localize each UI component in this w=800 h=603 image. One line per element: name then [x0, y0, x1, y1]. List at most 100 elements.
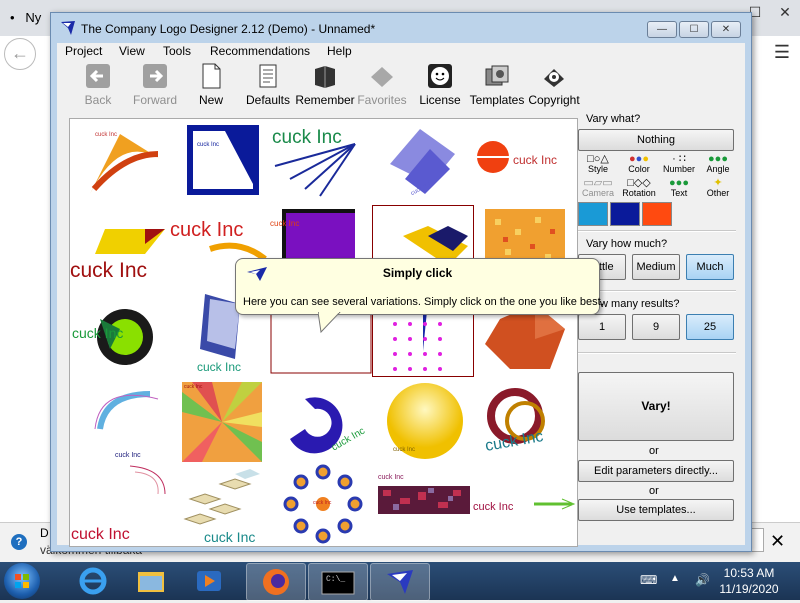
- vary-tab-text[interactable]: ●●● Text: [659, 177, 699, 199]
- close-button[interactable]: ✕: [711, 21, 741, 38]
- firefox-icon: [263, 569, 289, 595]
- logo-variation[interactable]: cuck Inc: [283, 464, 373, 544]
- vary-button[interactable]: Vary!: [578, 372, 734, 441]
- logo-variation[interactable]: cuck Inc: [475, 139, 565, 219]
- vary-tab-camera[interactable]: ▭▱▭ Camera: [578, 177, 618, 199]
- logo-text: cuck Inc: [71, 526, 130, 543]
- amount-medium-button[interactable]: Medium: [632, 254, 680, 280]
- logo-graphic: [182, 382, 262, 462]
- vary-what-label: Vary what?: [586, 113, 641, 125]
- color-swatch[interactable]: [610, 202, 640, 226]
- amount-much-button[interactable]: Much: [686, 254, 734, 280]
- vary-tab-label: Rotation: [622, 188, 656, 198]
- logo-variation[interactable]: cuck Inc: [185, 124, 275, 204]
- title-bar[interactable]: The Company Logo Designer 2.12 (Demo) - …: [51, 13, 751, 43]
- window-title: The Company Logo Designer 2.12 (Demo) - …: [81, 22, 376, 36]
- vary-tab-color[interactable]: ●●● Color: [619, 153, 659, 175]
- menu-recommendations[interactable]: Recommendations: [210, 44, 310, 58]
- use-templates-button[interactable]: Use templates...: [578, 499, 734, 521]
- logo-text: cuck Inc: [513, 153, 558, 167]
- logo-text: cuck Inc: [313, 500, 332, 506]
- taskbar: C:\_ ⌨ ▲ 🔊 10:53 AM 11/19/2020: [0, 562, 800, 601]
- vary-tab-angle[interactable]: ●●● Angle: [698, 153, 738, 175]
- logo-variation[interactable]: cuck Inc: [182, 382, 272, 462]
- forward-arrow-icon: [143, 64, 167, 88]
- logo-variation[interactable]: cuck Inc: [484, 381, 575, 461]
- maximize-button[interactable]: ☐: [679, 21, 709, 38]
- keyboard-icon[interactable]: ⌨: [640, 573, 657, 587]
- logo-variation[interactable]: [532, 494, 577, 546]
- taskbar-logo-designer[interactable]: [370, 563, 430, 601]
- taskbar-file-explorer[interactable]: [122, 563, 180, 599]
- results-25-button[interactable]: 25: [686, 314, 734, 340]
- logo-variation[interactable]: cuck Inc: [70, 299, 160, 379]
- logo-graphic: [393, 322, 442, 371]
- browser-tab[interactable]: • Ny: [10, 10, 41, 25]
- browser-menu-icon[interactable]: ☰: [774, 42, 790, 63]
- tooltip-balloon: Simply click Here you can see several va…: [235, 258, 604, 315]
- logo-graphic: [290, 397, 343, 454]
- taskbar-internet-explorer[interactable]: [64, 563, 122, 599]
- vary-tab-number[interactable]: · ∷ Number: [659, 153, 699, 175]
- internet-explorer-icon: [79, 567, 107, 595]
- tooltip-pointer: [318, 312, 341, 334]
- browser-back-button[interactable]: ←: [4, 38, 36, 70]
- app-logo-icon: [61, 21, 75, 35]
- logo-variation[interactable]: cuck Inc: [70, 464, 166, 544]
- nothing-button[interactable]: Nothing: [578, 129, 734, 151]
- or-label: or: [649, 485, 659, 497]
- media-player-icon: [197, 571, 221, 591]
- menu-help[interactable]: Help: [327, 44, 352, 58]
- results-9-button[interactable]: 9: [632, 314, 680, 340]
- browser-close-button[interactable]: ✕: [770, 0, 800, 24]
- tray-expand-icon[interactable]: ▲: [670, 573, 680, 584]
- copyright-icon: [544, 69, 564, 87]
- taskbar-firefox[interactable]: [246, 563, 306, 601]
- vary-tab-other[interactable]: ✦ Other: [698, 177, 738, 199]
- command-prompt-text: C:\_: [326, 575, 346, 584]
- menu-tools[interactable]: Tools: [163, 44, 191, 58]
- logo-graphic: [187, 125, 259, 195]
- logo-text: cuck Inc: [393, 447, 416, 453]
- logo-graphic: [534, 498, 576, 510]
- menu-view[interactable]: View: [119, 44, 145, 58]
- logo-text: cuck Inc: [272, 127, 342, 148]
- color-swatch[interactable]: [642, 202, 672, 226]
- start-button[interactable]: [4, 563, 40, 599]
- logo-text: cuck Inc: [115, 452, 141, 459]
- logo-variation[interactable]: cuck Inc: [180, 469, 270, 546]
- taskbar-media-player[interactable]: [180, 563, 238, 599]
- logo-variation[interactable]: cuck Inc: [275, 384, 367, 464]
- logo-variation[interactable]: cuck Inc: [380, 124, 470, 204]
- clock[interactable]: 10:53 AM 11/19/2020: [718, 565, 780, 597]
- taskbar-command-prompt[interactable]: C:\_: [308, 563, 368, 601]
- vary-tab-label: Text: [670, 188, 688, 198]
- logo-variation[interactable]: [270, 304, 372, 384]
- logo-variation[interactable]: cuck Inc: [80, 124, 170, 204]
- copyright-button[interactable]: Copyright: [519, 63, 589, 107]
- infobar-close-icon[interactable]: ✕: [770, 531, 785, 552]
- windows-logo-icon: [15, 574, 29, 588]
- volume-icon[interactable]: 🔊: [695, 573, 710, 587]
- logo-variation[interactable]: cuck Inc: [70, 209, 165, 289]
- results-1-button[interactable]: 1: [578, 314, 626, 340]
- clock-date: 11/19/2020: [719, 582, 779, 596]
- separator: [578, 290, 736, 292]
- vary-tab-style[interactable]: □○△ Style: [578, 153, 618, 175]
- smiley-icon: [428, 64, 452, 88]
- menu-project[interactable]: Project: [65, 44, 102, 58]
- logo-variation[interactable]: cuck Inc: [270, 124, 360, 204]
- book-icon: [315, 66, 335, 88]
- logo-text: cuck Inc: [72, 325, 124, 341]
- edit-parameters-button[interactable]: Edit parameters directly...: [578, 460, 734, 482]
- help-icon[interactable]: ?: [11, 534, 27, 550]
- logo-graphic: [390, 129, 455, 194]
- logo-variation[interactable]: cuck Inc: [80, 379, 170, 459]
- vary-tab-label: Other: [706, 188, 730, 198]
- logo-variation[interactable]: cuck Inc cuck Inc: [377, 471, 513, 546]
- color-swatch[interactable]: [578, 202, 608, 226]
- logo-variation[interactable]: cuck Inc: [385, 379, 475, 459]
- vary-tab-rotation[interactable]: □◇◇ Rotation: [619, 177, 659, 199]
- menu-bar: Project View Tools Recommendations Help: [57, 43, 745, 61]
- minimize-button[interactable]: —: [647, 21, 677, 38]
